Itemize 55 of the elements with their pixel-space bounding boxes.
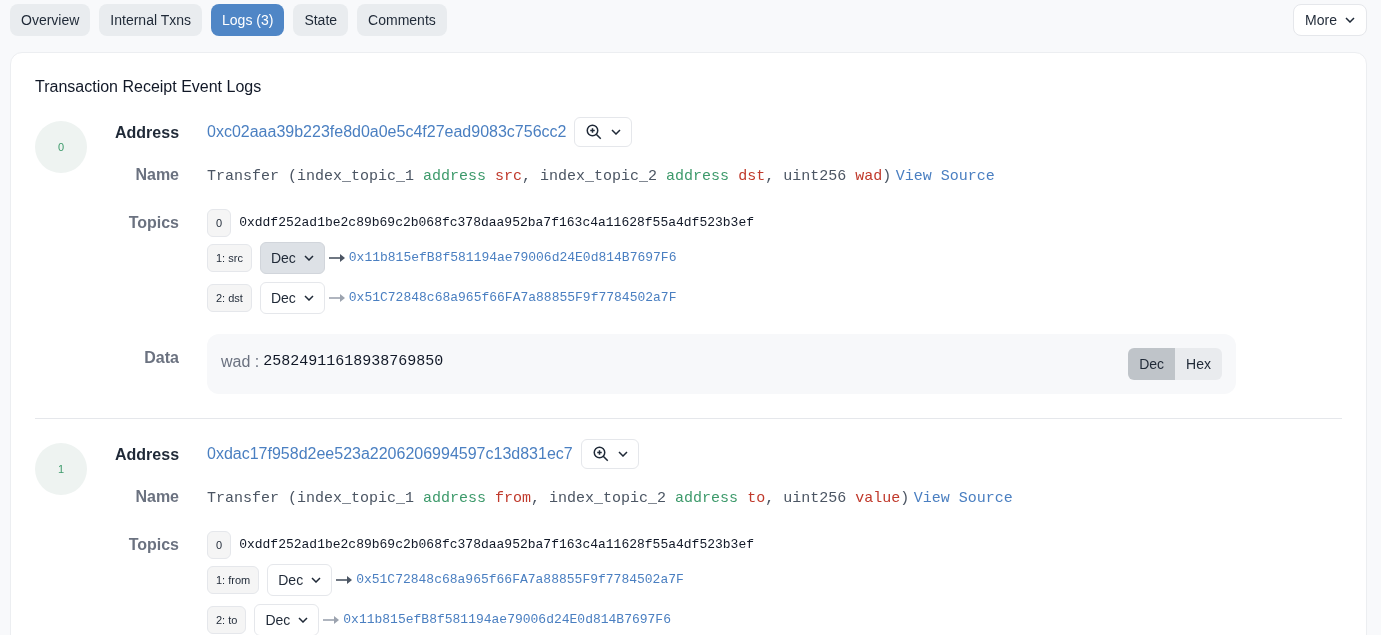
name-label: Name (134, 487, 179, 507)
tab[interactable]: Internal Txns (99, 4, 203, 36)
tab[interactable]: Overview (10, 4, 91, 36)
card-title: Transaction Receipt Event Logs (35, 77, 263, 97)
zoom-dropdown[interactable] (580, 439, 639, 469)
format-dropdown[interactable]: Dec (267, 564, 333, 596)
tab[interactable]: Comments (357, 4, 447, 36)
zoom-dropdown[interactable] (574, 117, 633, 147)
data-label: Data (143, 348, 179, 368)
chevron-down-icon (617, 451, 628, 457)
contract-address-link[interactable]: 0xc02aaa39b223fe8d0a0e5c4f27ead9083c756cc2 (207, 120, 567, 144)
chevron-down-icon (303, 295, 314, 301)
topics-label: Topics (127, 535, 179, 555)
address-label: Address (115, 445, 179, 465)
topic-hash: 0xddf252ad1be2c89b69c2b068fc378daa952ba7f163c4a11628f55a4df523b3ef (239, 214, 754, 233)
chevron-down-icon (311, 577, 322, 583)
view-source-link[interactable]: View Source (913, 490, 1013, 507)
topic-index-tag: 2: dst (207, 283, 252, 313)
format-dropdown[interactable]: Dec (259, 282, 325, 314)
chevron-down-icon (303, 255, 314, 261)
arrow-right-icon (328, 254, 345, 262)
topic-address-link[interactable]: 0x51C72848c68a965f66FA7a88855F9f7784502a7F (356, 570, 684, 590)
topic-address-link[interactable]: 0x51C72848c68a965f66FA7a88855F9f7784502a7F (348, 288, 677, 308)
format-dropdown[interactable]: Dec (254, 604, 320, 635)
address-label: Address (115, 123, 179, 143)
topic-index-tag: 1: src (207, 243, 252, 273)
zoom-in-icon (585, 123, 604, 141)
arrow-right-icon (328, 294, 345, 302)
topic-address-link[interactable]: 0x11b815efB8f581194ae79006d24E0d814B7697F6 (343, 610, 671, 630)
format-dropdown[interactable]: Dec (259, 242, 325, 274)
chevron-down-icon (611, 129, 622, 135)
chevron-down-icon (1345, 17, 1355, 23)
event-signature: Transfer (index_topic_1 address src, index_topic_2 address dst, uint256 wad) (207, 168, 892, 185)
topic-address-link[interactable]: 0x11b815efB8f581194ae79006d24E0d814B7697F6 (348, 248, 677, 268)
data-value: 25824911618938769850 (263, 351, 444, 372)
topic-index-tag: 1: from (207, 565, 260, 595)
format-toggle[interactable]: Hex (1175, 348, 1222, 380)
more-dropdown[interactable]: More (1293, 4, 1367, 36)
arrow-right-icon (323, 616, 340, 624)
contract-address-link[interactable]: 0xdac17f958d2ee523a2206206994597c13d831ec7 (207, 442, 573, 466)
topics-label: Topics (127, 213, 179, 233)
arrow-right-icon (336, 576, 353, 584)
format-toggle[interactable]: Dec (1128, 348, 1176, 380)
chevron-down-icon (298, 617, 309, 623)
view-source-link[interactable]: View Source (895, 168, 995, 185)
tab[interactable]: State (293, 4, 349, 36)
tab[interactable]: Logs (3) (211, 4, 285, 36)
topic-index-tag: 2: to (207, 605, 247, 635)
topic-index-tag: 0 (207, 208, 232, 238)
data-key: wad : (221, 350, 260, 374)
event-signature: Transfer (index_topic_1 address from, index_topic_2 address to, uint256 value) (207, 490, 910, 507)
topic-index-tag: 0 (207, 530, 232, 560)
zoom-in-icon (591, 445, 610, 463)
name-label: Name (134, 165, 179, 185)
topic-hash: 0xddf252ad1be2c89b69c2b068fc378daa952ba7f163c4a11628f55a4df523b3ef (239, 536, 754, 555)
